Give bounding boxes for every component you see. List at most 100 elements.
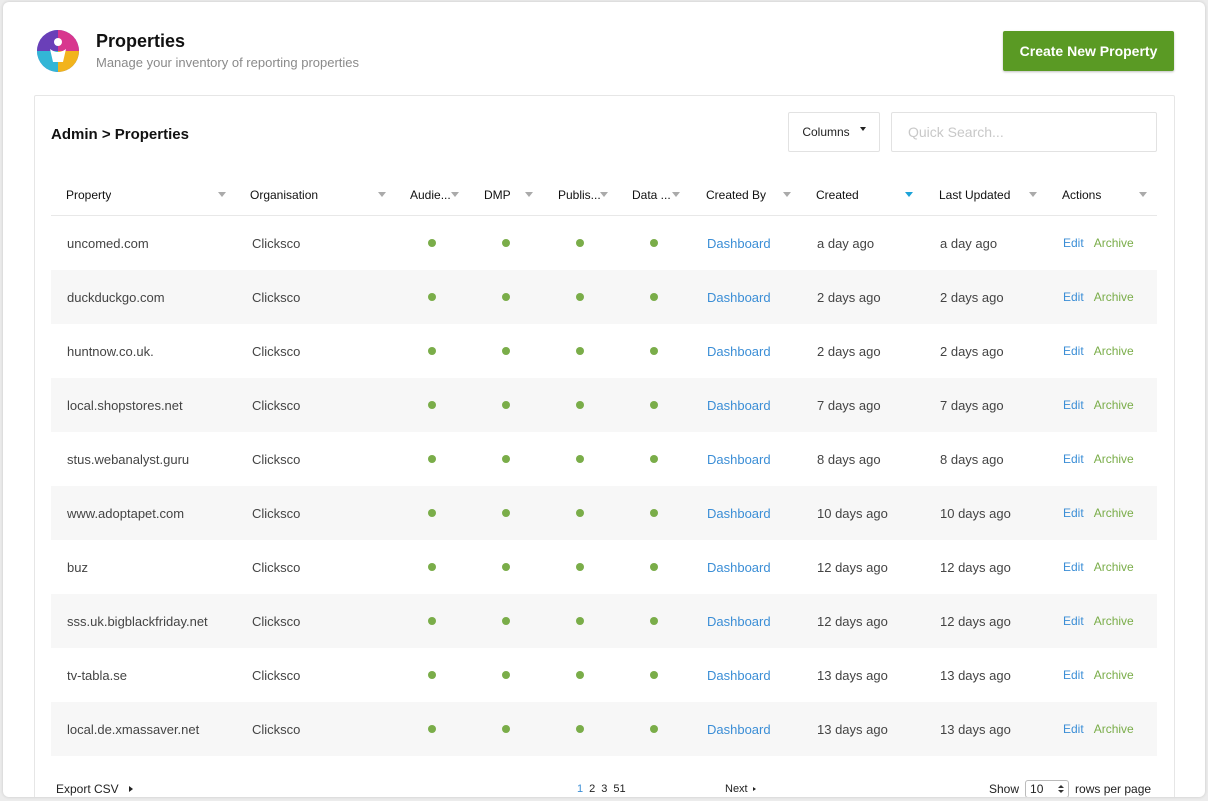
- sort-caret-icon[interactable]: [378, 192, 386, 197]
- archive-link[interactable]: Archive: [1094, 398, 1134, 412]
- sort-caret-icon[interactable]: [600, 192, 608, 197]
- rows-per-page-select[interactable]: 10: [1025, 780, 1070, 797]
- column-header-label: Last Updated: [939, 187, 1011, 202]
- edit-link[interactable]: Edit: [1063, 344, 1084, 358]
- properties-card: Admin > Properties Columns Property Organ…: [34, 95, 1175, 797]
- property-cell: sss.uk.bigblackfriday.net: [67, 613, 208, 629]
- sort-caret-icon[interactable]: [672, 192, 680, 197]
- status-dot-icon: [576, 617, 584, 625]
- stepper-icon: [1058, 785, 1065, 793]
- archive-link[interactable]: Archive: [1094, 452, 1134, 466]
- column-header-label: Data ...: [632, 187, 671, 202]
- sort-caret-icon[interactable]: [1029, 192, 1037, 197]
- last-updated-cell: 13 days ago: [940, 667, 1011, 683]
- created-by-link[interactable]: Dashboard: [707, 270, 771, 324]
- created-by-link[interactable]: Dashboard: [707, 378, 771, 432]
- create-new-property-button[interactable]: Create New Property: [1003, 31, 1174, 71]
- created-by-link[interactable]: Dashboard: [707, 486, 771, 540]
- created-by-link[interactable]: Dashboard: [707, 594, 771, 648]
- created-by-link[interactable]: Dashboard: [707, 702, 771, 756]
- export-csv-button[interactable]: Export CSV: [56, 782, 133, 796]
- actions-cell: Edit Archive: [1063, 702, 1134, 756]
- created-by-link[interactable]: Dashboard: [707, 648, 771, 702]
- column-header-organisation[interactable]: Organisation: [250, 174, 318, 215]
- column-header-label: Audie...: [410, 187, 451, 202]
- status-dot-icon: [428, 509, 436, 517]
- table-header: Property Organisation Audie... DMP Publis...…: [51, 174, 1157, 216]
- column-header-label: Created By: [706, 187, 767, 202]
- column-header-label: Publis...: [558, 187, 601, 202]
- column-header-label: Property: [66, 187, 112, 202]
- edit-link[interactable]: Edit: [1063, 668, 1084, 682]
- column-header-created[interactable]: Created: [816, 174, 859, 215]
- sort-caret-icon[interactable]: [783, 192, 791, 197]
- archive-link[interactable]: Archive: [1094, 506, 1134, 520]
- column-header-data[interactable]: Data ...: [632, 174, 671, 215]
- organisation-cell: Clicksco: [252, 451, 301, 467]
- page-link[interactable]: 51: [613, 783, 625, 795]
- archive-link[interactable]: Archive: [1094, 236, 1134, 250]
- sort-caret-icon[interactable]: [525, 192, 533, 197]
- created-by-link[interactable]: Dashboard: [707, 324, 771, 378]
- table-row: uncomed.com Clicksco Dashboard a day ago a d…: [51, 216, 1157, 270]
- breadcrumb: Admin > Properties: [51, 126, 189, 143]
- table-row: tv-tabla.se Clicksco Dashboard 13 days ago 1…: [51, 648, 1157, 702]
- status-dot-icon: [502, 725, 510, 733]
- column-header-audience[interactable]: Audie...: [410, 174, 451, 215]
- archive-link[interactable]: Archive: [1094, 344, 1134, 358]
- sort-caret-icon[interactable]: [218, 192, 226, 197]
- organisation-cell: Clicksco: [252, 343, 301, 359]
- created-by-link[interactable]: Dashboard: [707, 432, 771, 486]
- status-dot-icon: [502, 617, 510, 625]
- archive-link[interactable]: Archive: [1094, 668, 1134, 682]
- property-cell: www.adoptapet.com: [67, 505, 185, 521]
- publisher-status-cell: [576, 270, 584, 324]
- sort-caret-icon[interactable]: [905, 192, 913, 197]
- edit-link[interactable]: Edit: [1063, 290, 1084, 304]
- page-link[interactable]: 2: [589, 783, 595, 795]
- archive-link[interactable]: Archive: [1094, 290, 1134, 304]
- audience-status-cell: [428, 594, 436, 648]
- page-link[interactable]: 1: [577, 783, 583, 795]
- column-header-label: Actions: [1062, 187, 1102, 202]
- audience-status-cell: [428, 702, 436, 756]
- status-dot-icon: [576, 293, 584, 301]
- audience-status-cell: [428, 216, 436, 270]
- edit-link[interactable]: Edit: [1063, 236, 1084, 250]
- sort-caret-icon[interactable]: [1139, 192, 1147, 197]
- column-header-publisher[interactable]: Publis...: [558, 174, 601, 215]
- organisation-cell: Clicksco: [252, 613, 301, 629]
- edit-link[interactable]: Edit: [1063, 560, 1084, 574]
- status-dot-icon: [502, 671, 510, 679]
- table-row: huntnow.co.uk. Clicksco Dashboard 2 days ag…: [51, 324, 1157, 378]
- sort-caret-icon[interactable]: [451, 192, 459, 197]
- created-cell: 8 days ago: [817, 451, 881, 467]
- next-page-button[interactable]: Next: [725, 783, 756, 795]
- quick-search-input[interactable]: [891, 112, 1157, 152]
- table-row: stus.webanalyst.guru Clicksco Dashboard 8 d…: [51, 432, 1157, 486]
- column-header-created-by[interactable]: Created By: [706, 174, 766, 215]
- columns-dropdown-button[interactable]: Columns: [788, 112, 880, 152]
- archive-link[interactable]: Archive: [1094, 722, 1134, 736]
- column-header-last-updated[interactable]: Last Updated: [939, 174, 1010, 215]
- edit-link[interactable]: Edit: [1063, 452, 1084, 466]
- actions-cell: Edit Archive: [1063, 594, 1134, 648]
- edit-link[interactable]: Edit: [1063, 614, 1084, 628]
- created-cell: 2 days ago: [817, 343, 881, 359]
- column-header-property[interactable]: Property: [66, 174, 111, 215]
- edit-link[interactable]: Edit: [1063, 398, 1084, 412]
- edit-link[interactable]: Edit: [1063, 506, 1084, 520]
- table-row: duckduckgo.com Clicksco Dashboard 2 days ag…: [51, 270, 1157, 324]
- property-cell: tv-tabla.se: [67, 667, 127, 683]
- edit-link[interactable]: Edit: [1063, 722, 1084, 736]
- column-header-actions[interactable]: Actions: [1062, 174, 1101, 215]
- page-link[interactable]: 3: [601, 783, 607, 795]
- archive-link[interactable]: Archive: [1094, 614, 1134, 628]
- status-dot-icon: [650, 293, 658, 301]
- archive-link[interactable]: Archive: [1094, 560, 1134, 574]
- column-header-dmp[interactable]: DMP: [484, 174, 511, 215]
- created-by-link[interactable]: Dashboard: [707, 540, 771, 594]
- dmp-status-cell: [502, 216, 510, 270]
- caret-right-icon: [128, 786, 133, 792]
- created-by-link[interactable]: Dashboard: [707, 216, 771, 270]
